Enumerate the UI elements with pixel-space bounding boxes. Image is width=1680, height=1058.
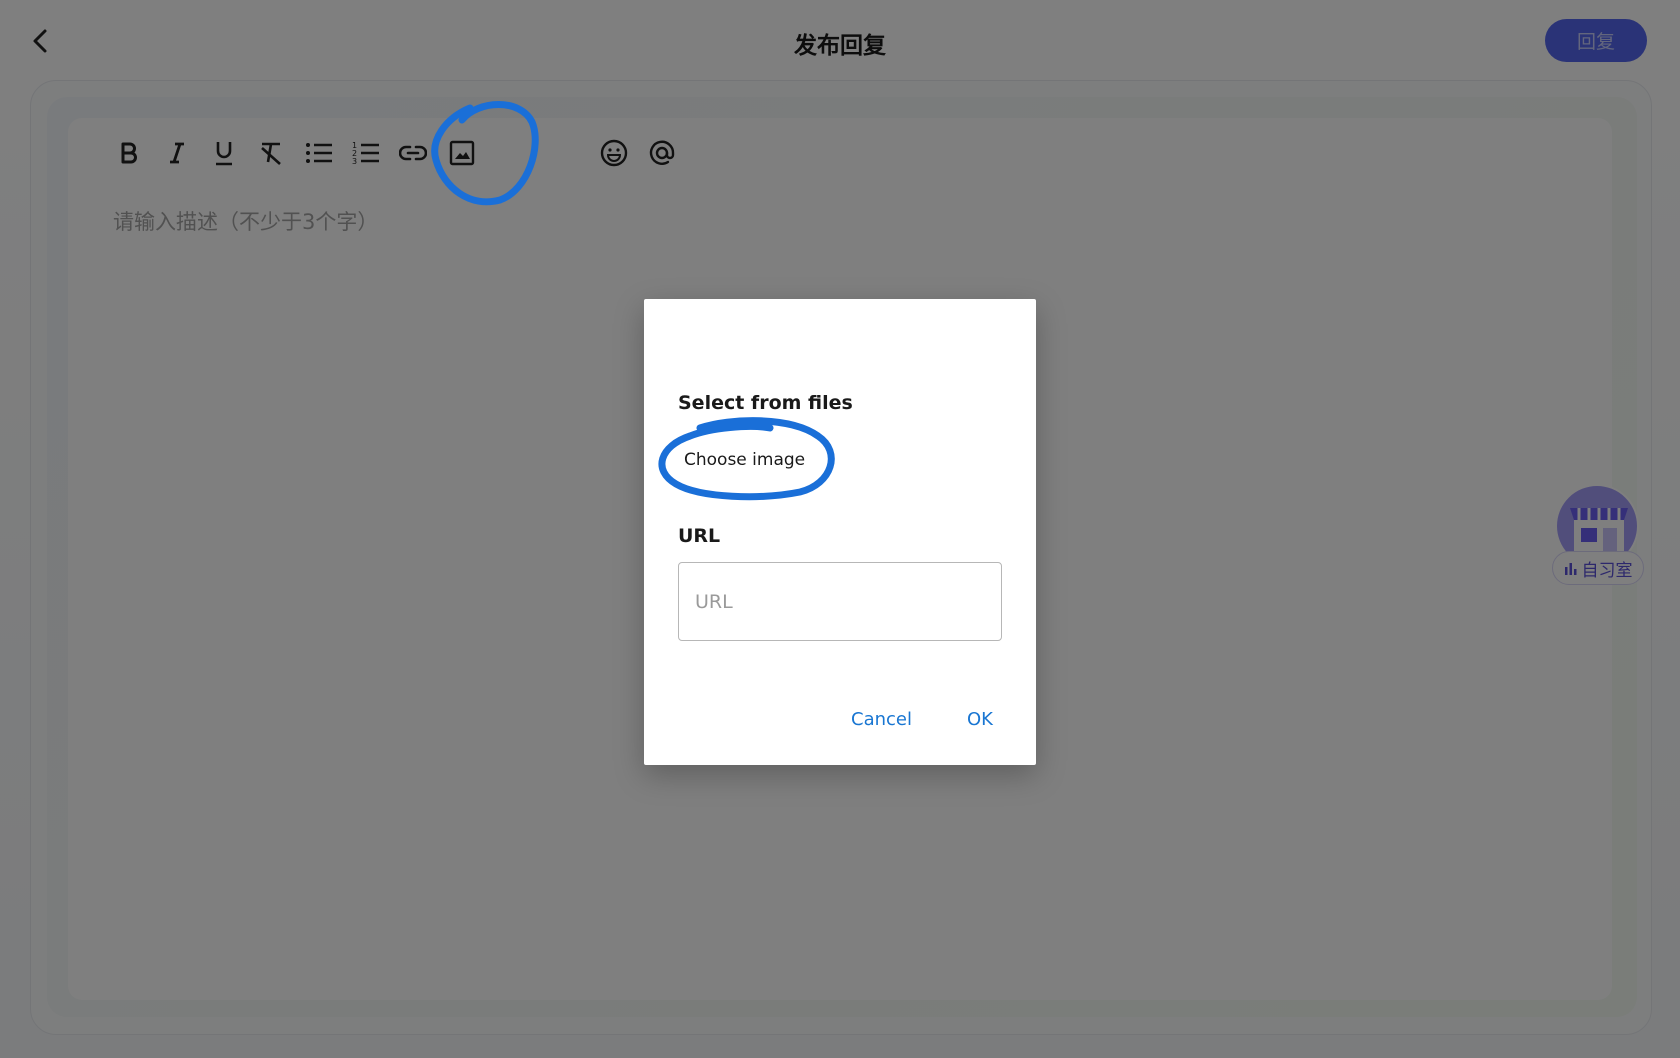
url-heading: URL: [678, 525, 721, 547]
insert-image-dialog: Select from files Choose image URL Cance…: [644, 299, 1036, 765]
ok-button[interactable]: OK: [967, 709, 993, 730]
files-heading: Select from files: [678, 392, 853, 414]
cancel-button[interactable]: Cancel: [851, 709, 912, 730]
url-input[interactable]: [678, 562, 1002, 641]
choose-image-button[interactable]: Choose image: [684, 450, 805, 470]
